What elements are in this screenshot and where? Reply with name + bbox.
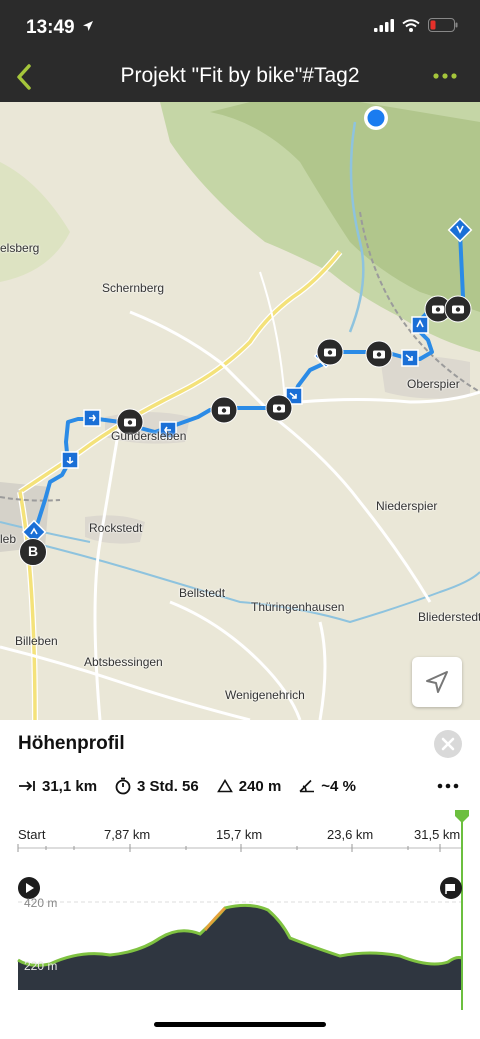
- map-label-bliederstedt: Bliederstedt: [418, 610, 480, 624]
- status-bar: 13:49: [0, 0, 480, 52]
- status-time-text: 13:49: [26, 17, 75, 38]
- wifi-icon: [402, 18, 420, 32]
- map-label-ebleben: leb: [0, 532, 17, 546]
- map-label-billeben: Billeben: [15, 634, 58, 648]
- back-button[interactable]: [10, 60, 40, 94]
- cellular-signal-icon: [374, 18, 394, 32]
- route-map[interactable]: B elsberg Schernberg Oberspier Gundersle…: [0, 102, 480, 720]
- road: [318, 621, 327, 720]
- finish-flag-icon: [440, 877, 462, 899]
- direction-marker: [401, 349, 419, 367]
- location-arrow-icon: [82, 21, 93, 31]
- altitude-tick-420: 420 m: [24, 896, 58, 910]
- locate-me-button[interactable]: [412, 657, 462, 707]
- current-location-dot: [364, 106, 388, 130]
- direction-marker: [83, 409, 101, 427]
- photo-marker: [210, 396, 238, 424]
- road: [259, 271, 286, 403]
- close-icon: [441, 737, 455, 751]
- stat-distance-value: 31,1 km: [42, 777, 98, 795]
- map-label-wenigenehrich: Wenigenehrich: [225, 688, 305, 702]
- map-canvas: [0, 102, 480, 720]
- photo-marker: [265, 394, 293, 422]
- stat-distance: 31,1 km: [18, 778, 97, 795]
- route-stats: 31,1 km 3 Std. 56 240 m ~4 %: [18, 777, 374, 795]
- end-marker-label: B: [27, 543, 39, 559]
- distance-icon: [19, 781, 35, 791]
- map-label-elsberg: elsberg: [0, 241, 40, 255]
- altitude-tick-220: 220 m: [24, 959, 58, 973]
- stat-ascent-value: 240 m: [238, 777, 282, 795]
- stat-gradient: ~4 %: [299, 778, 356, 795]
- ascent-icon: [216, 779, 233, 793]
- home-indicator: [154, 1022, 326, 1027]
- elevation-panel: Höhenprofil 31,1 km 3 Std. 56 240 m ~4 %…: [0, 720, 480, 1039]
- elevation-area: [18, 905, 462, 990]
- stat-gradient-value: ~4 %: [321, 777, 356, 795]
- stat-ascent: 240 m: [216, 777, 282, 795]
- panel-title: Höhenprofil: [18, 733, 125, 754]
- elevation-chart[interactable]: [0, 810, 480, 1010]
- navigation-arrow-icon: [426, 671, 448, 693]
- map-label-thueringenhausen: Thüringenhausen: [251, 600, 345, 614]
- map-label-niederspier: Niederspier: [376, 499, 438, 513]
- more-options-button[interactable]: [432, 66, 458, 86]
- map-label-gundersleben: Gundersleben: [111, 429, 187, 443]
- stopwatch-icon: [115, 777, 131, 795]
- stats-more-button[interactable]: [436, 777, 460, 795]
- map-label-oberspier: Oberspier: [407, 377, 460, 391]
- map-label-rockstedt: Rockstedt: [89, 521, 143, 535]
- page-title: Projekt "Fit by bike"#Tag2: [120, 64, 360, 87]
- direction-marker: [61, 451, 79, 469]
- cursor-marker-icon: [455, 810, 469, 823]
- more-dots-icon: [433, 73, 457, 79]
- map-label-bellstedt: Bellstedt: [179, 586, 226, 600]
- end-marker[interactable]: B: [19, 538, 47, 566]
- map-label-schernberg: Schernberg: [102, 281, 165, 295]
- close-panel-button[interactable]: [434, 730, 462, 758]
- status-time: 13:49: [26, 17, 94, 39]
- battery-low-icon: [428, 18, 458, 32]
- photo-marker: [444, 295, 472, 323]
- stat-duration-value: 3 Std. 56: [137, 777, 199, 795]
- map-label-abtsbessingen: Abtsbessingen: [84, 655, 163, 669]
- photo-marker: [365, 340, 393, 368]
- gradient-icon: [299, 779, 315, 793]
- direction-marker: [411, 316, 429, 334]
- status-icons: [374, 18, 458, 32]
- chevron-left-icon: [17, 64, 31, 90]
- stat-duration: 3 Std. 56: [115, 777, 199, 795]
- forest-patch-west: [0, 162, 70, 282]
- navigation-bar: Projekt "Fit by bike"#Tag2: [0, 52, 480, 102]
- photo-marker: [316, 338, 344, 366]
- more-dots-icon: [437, 783, 459, 789]
